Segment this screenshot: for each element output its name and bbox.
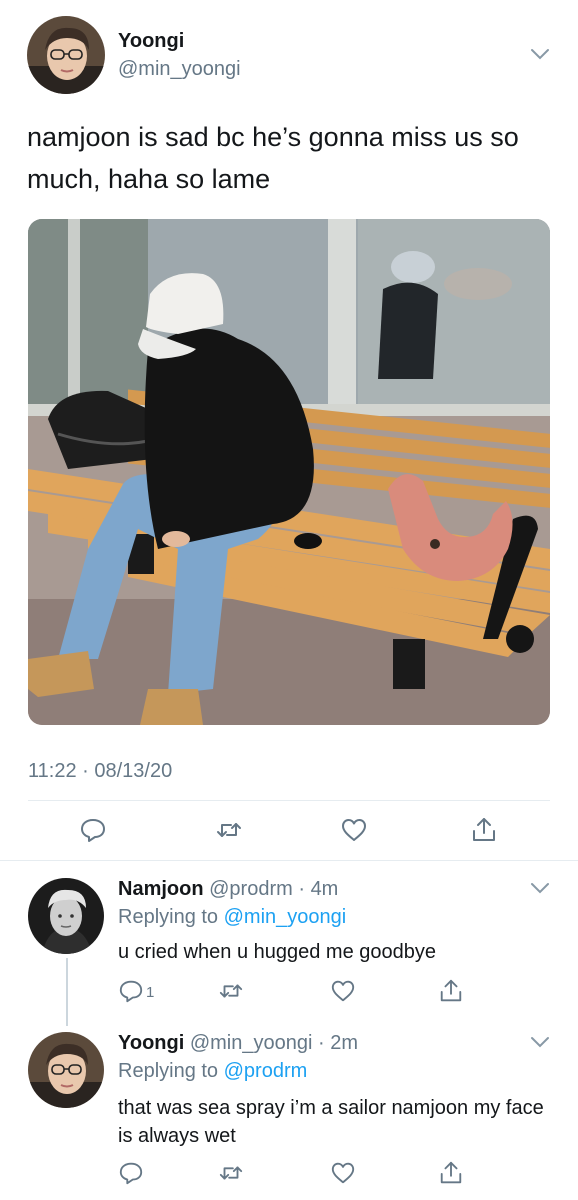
retweet-button[interactable] (215, 816, 243, 844)
reply-count: 1 (146, 984, 155, 1001)
reply-text: that was sea spray i’m a sailor namjoon … (118, 1097, 544, 1147)
reply-author-handle[interactable]: @prodrm (209, 878, 293, 900)
separator-dot: · (292, 878, 311, 900)
reply-time[interactable]: 4m (311, 878, 339, 900)
author-handle[interactable]: @min_yoongi (118, 58, 241, 81)
chevron-down-icon[interactable] (530, 882, 550, 894)
thread-connector (66, 958, 68, 1026)
tweet-text: namjoon is sad bc he’s gonna miss us so … (27, 122, 519, 194)
reply-author-name[interactable]: Yoongi (118, 1032, 184, 1054)
like-button[interactable] (340, 816, 368, 844)
tweet-photo[interactable] (28, 219, 550, 725)
reply-button[interactable] (118, 1160, 144, 1186)
separator-dot: · (312, 1032, 331, 1054)
reply-avatar[interactable] (28, 1032, 104, 1108)
replying-to-label: Replying to (118, 906, 219, 928)
share-button[interactable] (438, 1160, 464, 1186)
reply-author-handle[interactable]: @min_yoongi (190, 1032, 313, 1054)
retweet-button[interactable] (218, 978, 244, 1004)
replying-to-label: Replying to (118, 1060, 219, 1082)
author-name[interactable]: Yoongi (118, 30, 184, 53)
like-button[interactable] (330, 1160, 356, 1186)
reply-button[interactable] (79, 816, 107, 844)
replying-to-handle[interactable]: @min_yoongi (224, 906, 347, 928)
chevron-down-icon[interactable] (530, 1036, 550, 1048)
reply-button[interactable] (118, 978, 144, 1004)
reply-avatar[interactable] (28, 878, 104, 954)
divider (0, 860, 578, 861)
retweet-button[interactable] (218, 1160, 244, 1186)
author-avatar[interactable] (27, 16, 105, 94)
like-button[interactable] (330, 978, 356, 1004)
share-button[interactable] (470, 816, 498, 844)
replying-to-handle[interactable]: @prodrm (224, 1060, 308, 1082)
chevron-down-icon[interactable] (530, 48, 550, 60)
reply-text: u cried when u hugged me goodbye (118, 941, 437, 963)
divider (28, 800, 550, 801)
share-button[interactable] (438, 978, 464, 1004)
reply-author-name[interactable]: Namjoon (118, 878, 204, 900)
reply-time[interactable]: 2m (330, 1032, 358, 1054)
tweet-timestamp[interactable]: 11:22 · 08/13/20 (28, 760, 172, 783)
